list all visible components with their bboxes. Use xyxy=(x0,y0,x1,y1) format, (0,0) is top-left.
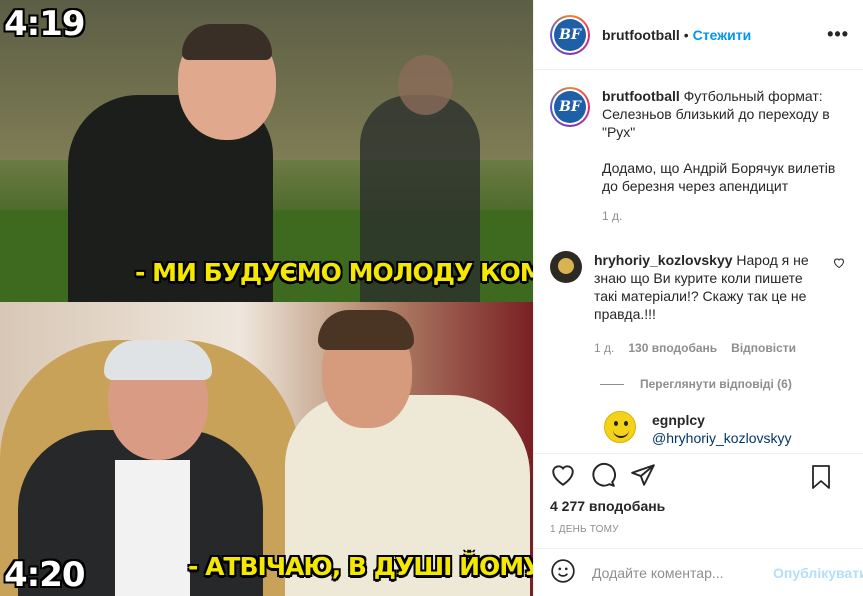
add-comment-bar: Опублікувати xyxy=(534,548,863,596)
avatar[interactable] xyxy=(550,251,582,283)
follow-button[interactable]: Стежити xyxy=(693,27,752,43)
post-caption: BF brutfootball Футбольный формат: Селез… xyxy=(550,87,847,225)
post-actions: 4 277 вподобань 1 ДЕНЬ ТОМУ xyxy=(534,453,863,543)
post-header: BF brutfootball • Стежити ••• xyxy=(534,0,863,70)
reply-item: egnplcy @hryhoriy_kozlovskyy xyxy=(604,411,847,447)
comment-icon[interactable] xyxy=(590,462,630,491)
reply-mention[interactable]: @hryhoriy_kozlovskyy xyxy=(652,429,791,447)
comments-section[interactable]: BF brutfootball Футбольный формат: Селез… xyxy=(534,71,863,453)
timer-top: 4:19 xyxy=(4,4,86,44)
caption-username[interactable]: brutfootball xyxy=(602,88,680,104)
reply-button[interactable]: Відповісти xyxy=(731,339,796,357)
avatar[interactable]: BF xyxy=(550,87,590,127)
share-icon[interactable] xyxy=(630,462,670,491)
meme-panel-bottom: 4:20 - АТВІЧАЮ, В ДУШІ ЙОМУ 25 xyxy=(0,302,533,596)
meme-panel-top: 4:19 - МИ БУДУЄМО МОЛОДУ КОМАНДУ xyxy=(0,0,533,302)
header-username[interactable]: brutfootball xyxy=(602,27,680,43)
heart-icon[interactable] xyxy=(550,462,590,491)
emoji-icon[interactable] xyxy=(550,558,576,587)
likes-count[interactable]: 4 277 вподобань xyxy=(550,498,847,514)
comment-item: hryhoriy_kozlovskyy Народ я не знаю що В… xyxy=(550,251,847,357)
comment-username[interactable]: hryhoriy_kozlovskyy xyxy=(594,252,733,268)
meme-caption-bottom: - АТВІЧАЮ, В ДУШІ ЙОМУ 25 xyxy=(188,552,533,581)
view-replies-button[interactable]: Переглянути відповіді (6) xyxy=(600,377,847,391)
publish-button[interactable]: Опублікувати xyxy=(773,565,863,581)
timer-bottom: 4:20 xyxy=(4,555,86,595)
post-time[interactable]: 1 д. xyxy=(602,207,842,225)
meme-caption-top: - МИ БУДУЄМО МОЛОДУ КОМАНДУ xyxy=(135,258,533,287)
post-date[interactable]: 1 ДЕНЬ ТОМУ xyxy=(550,524,847,535)
comment-input[interactable] xyxy=(592,564,773,581)
comment-heart-icon[interactable] xyxy=(833,257,845,272)
caption-text-2: Додамо, що Андрій Борячук вилетів до бер… xyxy=(602,160,836,194)
comment-likes[interactable]: 130 вподобань xyxy=(628,339,717,357)
smiley-avatar[interactable] xyxy=(604,411,636,443)
comment-time[interactable]: 1 д. xyxy=(594,339,614,357)
post-image[interactable]: 4:19 - МИ БУДУЄМО МОЛОДУ КОМАНДУ 4:20 - … xyxy=(0,0,533,596)
bookmark-icon[interactable] xyxy=(809,464,847,493)
separator-dot: • xyxy=(683,26,689,43)
avatar[interactable]: BF xyxy=(550,14,590,55)
reply-username[interactable]: egnplcy xyxy=(652,412,705,428)
more-icon[interactable]: ••• xyxy=(827,24,849,45)
post-sidebar: BF brutfootball • Стежити ••• BF brutfoo… xyxy=(533,0,863,596)
